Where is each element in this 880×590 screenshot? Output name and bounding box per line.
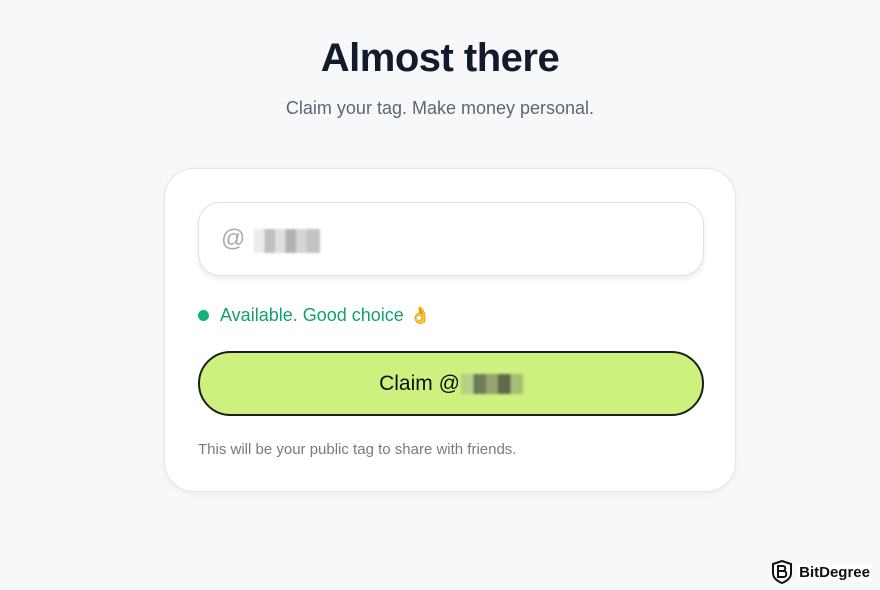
status-dot-icon: [198, 310, 209, 321]
page-title: Almost there: [320, 36, 560, 80]
ok-hand-icon: 👌: [409, 305, 431, 325]
tag-input-field[interactable]: @: [198, 202, 704, 276]
claim-tag-card: @ Available. Good choice 👌 Claim @ This …: [164, 168, 736, 492]
helper-text: This will be your public tag to share wi…: [198, 441, 517, 458]
bitdegree-logo-icon: [772, 560, 793, 584]
status-text: Available. Good choice: [220, 305, 404, 325]
page-subtitle: Claim your tag. Make money personal.: [285, 98, 595, 118]
availability-status: Available. Good choice 👌: [198, 305, 431, 326]
watermark: BitDegree: [772, 560, 872, 584]
watermark-text: BitDegree: [797, 563, 872, 581]
pixelated-tag-in-button: [460, 373, 523, 394]
claim-button-label: Claim @: [379, 371, 460, 395]
at-sign-icon: @: [221, 225, 246, 252]
pixelated-tag-value: [254, 229, 320, 253]
claim-button[interactable]: Claim @: [198, 351, 704, 416]
